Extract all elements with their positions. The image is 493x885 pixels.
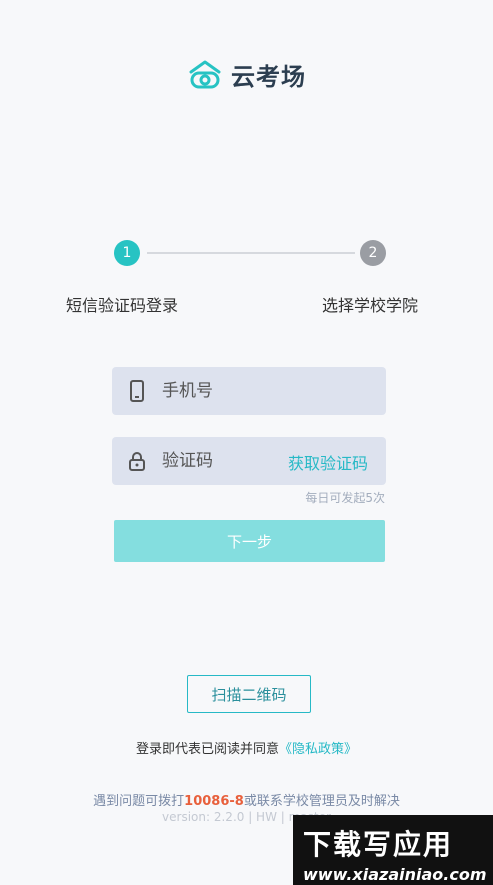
step-indicator: 1 2: [111, 238, 386, 266]
phone-field[interactable]: [112, 367, 386, 415]
cloud-camera-icon: [189, 60, 221, 89]
phone-icon: [128, 379, 146, 403]
code-input[interactable]: [162, 451, 292, 471]
help-text: 遇到问题可拨打10086-8或联系学校管理员及时解决: [0, 790, 493, 809]
watermark-title: 下载写应用: [303, 828, 454, 861]
privacy-policy-link[interactable]: 《隐私政策》: [279, 742, 357, 757]
lock-icon: [128, 449, 146, 473]
code-field[interactable]: 获取验证码: [112, 437, 386, 485]
daily-limit-note: 每日可发起5次: [305, 491, 385, 505]
help-suffix: 或联系学校管理员及时解决: [243, 794, 400, 809]
step-1-label: 短信验证码登录: [66, 296, 179, 315]
agreement-prefix: 登录即代表已阅读并同意: [135, 742, 279, 757]
step-1-dot: 1: [114, 240, 140, 266]
help-prefix: 遇到问题可拨打: [93, 794, 185, 809]
watermark: 下载写应用 www.xiazainiao.com: [293, 815, 493, 885]
phone-input[interactable]: [162, 381, 292, 401]
agreement-text: 登录即代表已阅读并同意《隐私政策》: [0, 738, 493, 757]
next-step-button[interactable]: 下一步: [114, 520, 385, 562]
step-connector: [147, 252, 355, 254]
step-2-label: 选择学校学院: [322, 296, 419, 315]
get-code-button[interactable]: 获取验证码: [288, 450, 368, 474]
scan-qr-button[interactable]: 扫描二维码: [187, 675, 311, 713]
app-logo: 云考场: [0, 56, 493, 92]
step-2-dot: 2: [360, 240, 386, 266]
help-phone[interactable]: 10086-8: [184, 794, 244, 809]
app-name: 云考场: [231, 62, 306, 91]
watermark-url: www.xiazainiao.com: [303, 865, 487, 884]
